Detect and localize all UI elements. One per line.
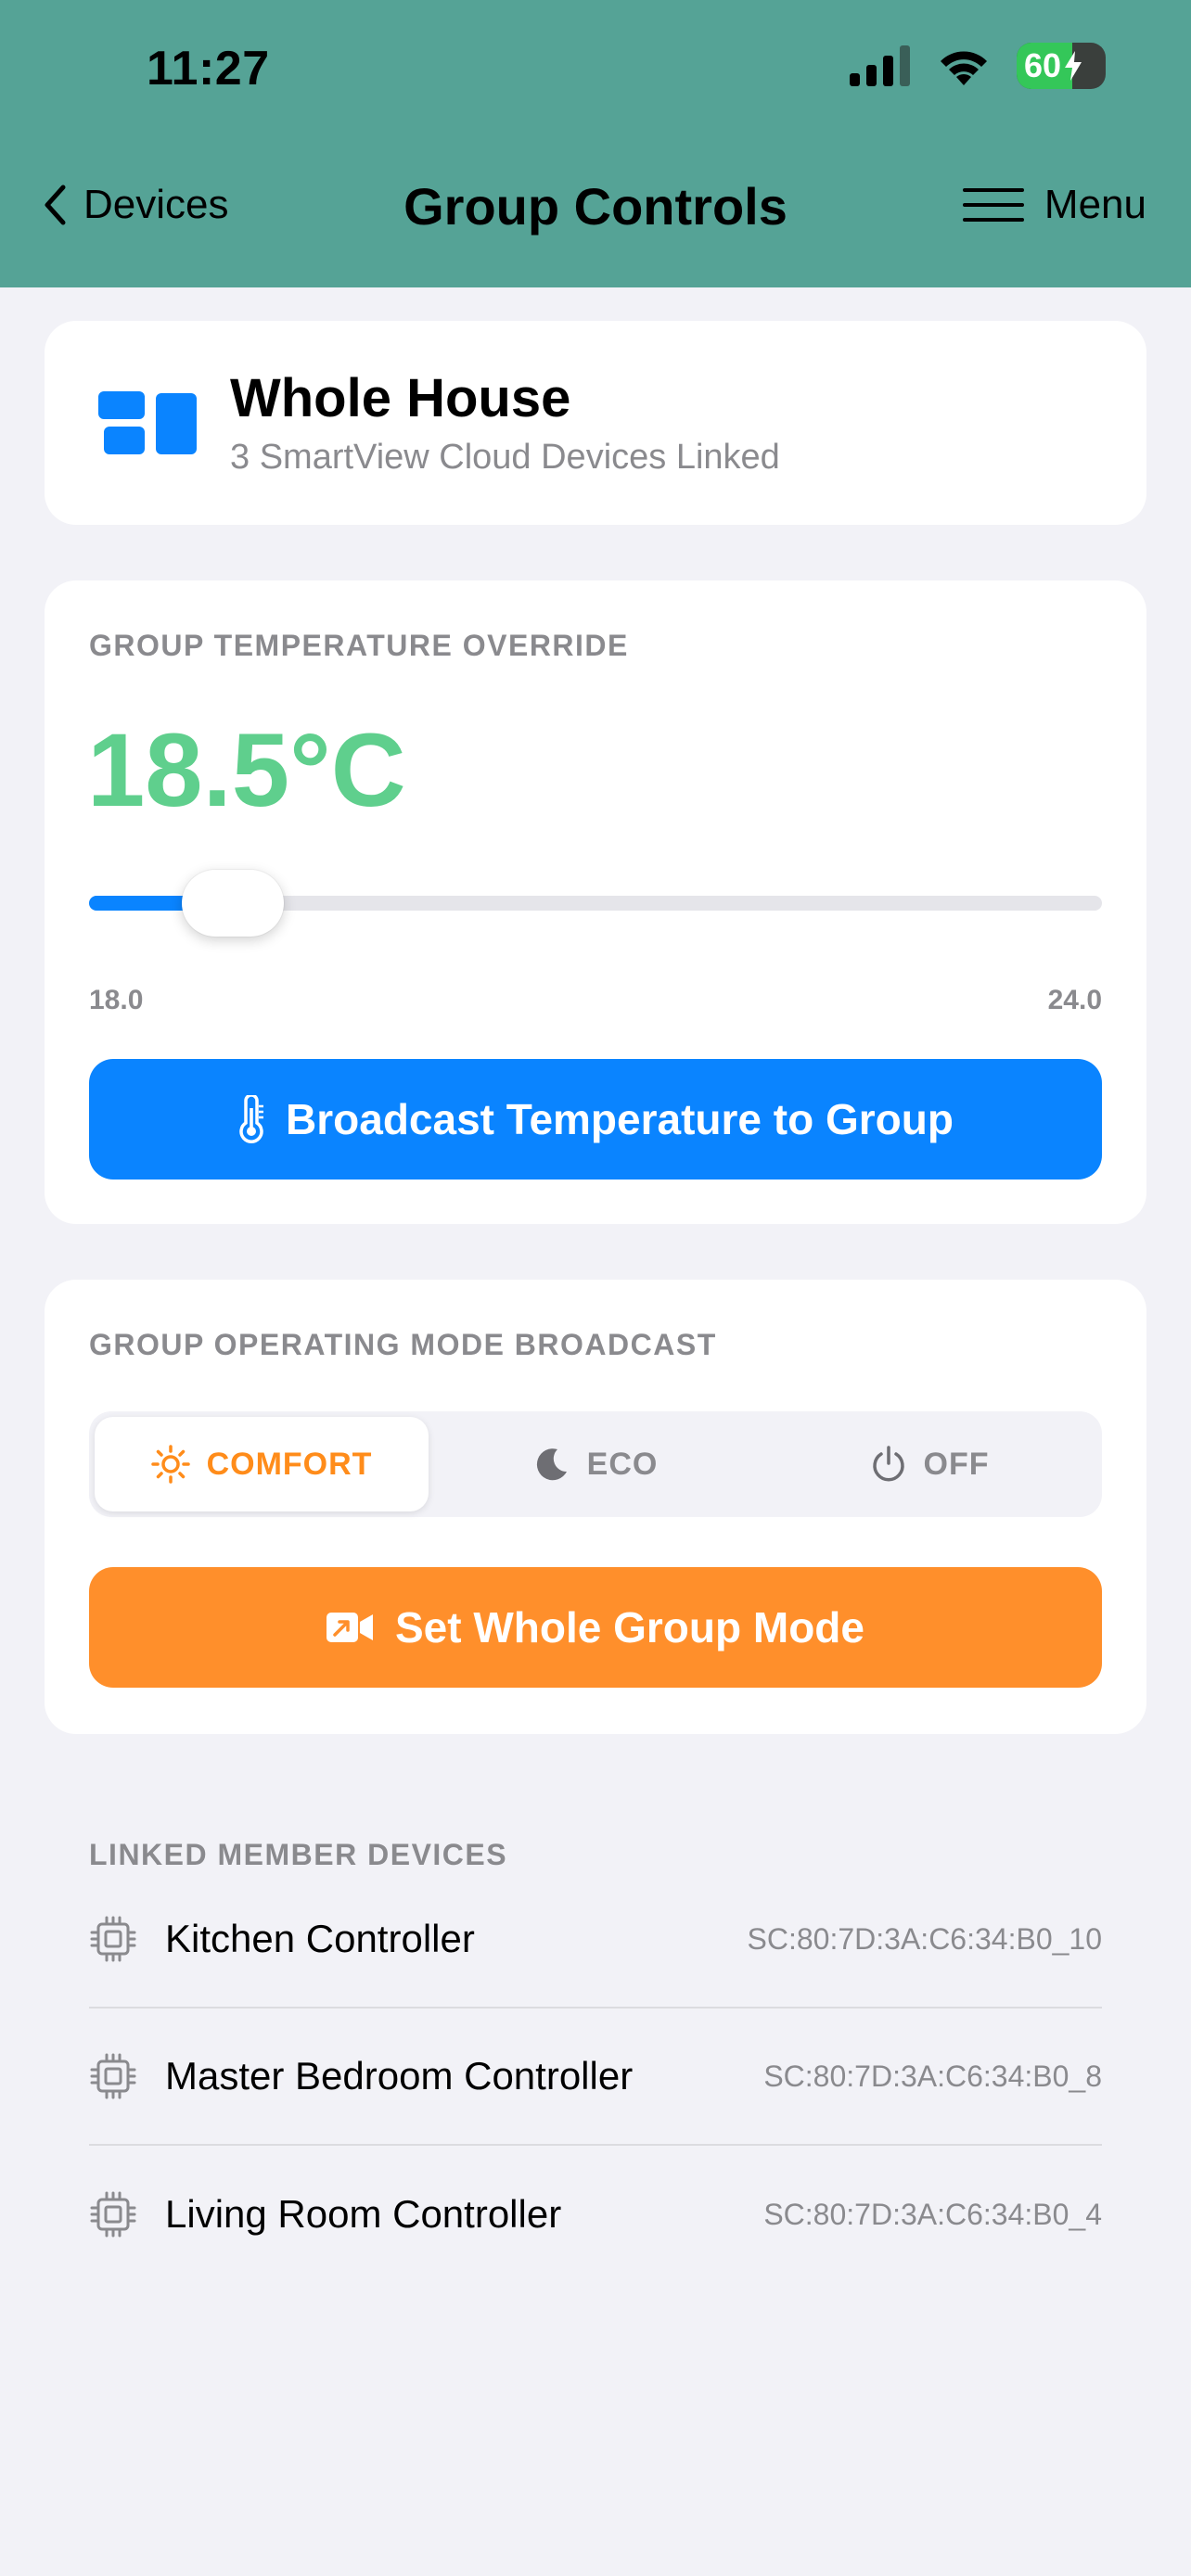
temperature-value: 18.5°C (87, 712, 406, 828)
device-id: SC:80:7D:3A:C6:34:B0_10 (747, 1921, 1102, 1956)
chip-icon (90, 2191, 136, 2238)
nav-header: 11:27 60 Devices Group Controls Menu (0, 0, 1191, 287)
chip-icon (90, 2053, 136, 2099)
status-indicators: 60 (850, 43, 1106, 89)
operating-mode-card: GROUP OPERATING MODE BROADCAST COMFORT E… (45, 1280, 1146, 1734)
broadcast-mode-icon (327, 1613, 373, 1642)
mode-option-comfort[interactable]: COMFORT (95, 1417, 429, 1511)
group-subtitle: 3 SmartView Cloud Devices Linked (230, 438, 780, 477)
mode-option-eco[interactable]: ECO (429, 1417, 762, 1511)
linked-device-row[interactable]: Living Room Controller SC:80:7D:3A:C6:34… (89, 2146, 1102, 2283)
mode-option-label: OFF (923, 1446, 990, 1482)
device-id: SC:80:7D:3A:C6:34:B0_4 (763, 2197, 1102, 2231)
mode-option-label: ECO (586, 1446, 659, 1482)
set-group-mode-label: Set Whole Group Mode (395, 1603, 864, 1651)
mode-segmented-control: COMFORT ECO OFF (89, 1411, 1102, 1517)
group-devices-icon (98, 391, 197, 454)
temperature-override-card: GROUP TEMPERATURE OVERRIDE 18.5°C 18.0 2… (45, 580, 1146, 1224)
hamburger-icon (962, 188, 1024, 222)
linked-device-row[interactable]: Kitchen Controller SC:80:7D:3A:C6:34:B0_… (89, 1871, 1102, 2009)
menu-button[interactable]: Menu (962, 182, 1146, 228)
mode-option-label: COMFORT (206, 1446, 373, 1482)
battery-level: 60 (1024, 46, 1062, 84)
set-group-mode-button[interactable]: Set Whole Group Mode (89, 1567, 1102, 1688)
temperature-min-label: 18.0 (89, 985, 144, 1015)
linked-device-row[interactable]: Master Bedroom Controller SC:80:7D:3A:C6… (89, 2009, 1102, 2146)
device-id: SC:80:7D:3A:C6:34:B0_8 (763, 2059, 1102, 2093)
temperature-section-label: GROUP TEMPERATURE OVERRIDE (89, 629, 629, 662)
thermometer-icon (239, 1095, 264, 1143)
linked-devices-section-label: LINKED MEMBER DEVICES (89, 1838, 508, 1871)
broadcast-temperature-label: Broadcast Temperature to Group (286, 1095, 954, 1143)
power-icon (872, 1446, 904, 1482)
device-name: Master Bedroom Controller (165, 2054, 634, 2098)
charging-bolt-icon (1065, 51, 1082, 81)
wifi-icon (941, 51, 987, 85)
chip-icon (90, 1916, 136, 1962)
device-name: Living Room Controller (165, 2192, 562, 2236)
device-name: Kitchen Controller (165, 1917, 475, 1960)
group-name: Whole House (230, 368, 571, 428)
menu-button-label: Menu (1044, 182, 1146, 227)
temperature-max-label: 24.0 (1047, 985, 1102, 1015)
mode-option-off[interactable]: OFF (762, 1417, 1096, 1511)
cellular-signal-icon (850, 45, 910, 86)
moon-icon (536, 1448, 567, 1481)
group-summary-card: Whole House 3 SmartView Cloud Devices Li… (45, 321, 1146, 525)
sun-icon (150, 1445, 190, 1484)
status-time: 11:27 (147, 42, 270, 96)
broadcast-temperature-button[interactable]: Broadcast Temperature to Group (89, 1059, 1102, 1180)
temperature-slider-thumb[interactable] (182, 870, 285, 937)
battery-indicator: 60 (1017, 43, 1106, 89)
mode-section-label: GROUP OPERATING MODE BROADCAST (89, 1328, 717, 1361)
